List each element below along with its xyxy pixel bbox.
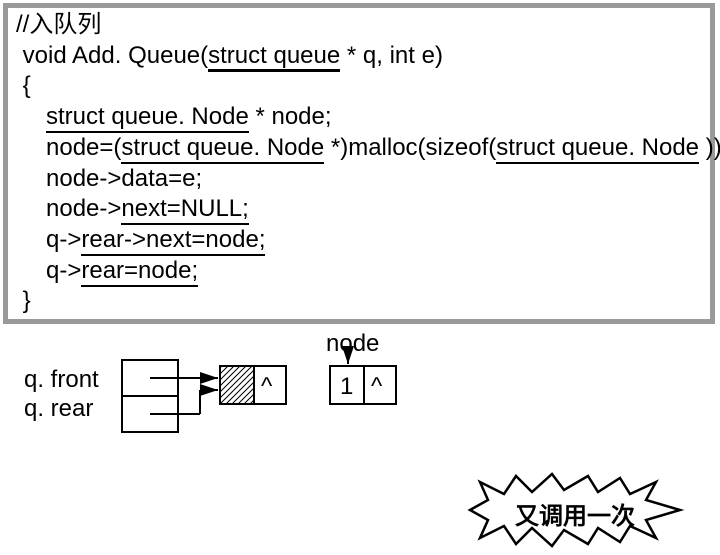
- decl-post: * node;: [249, 103, 332, 130]
- sig-post: * q, int e): [340, 42, 443, 69]
- diagram-area: node q. front q. rear ^ 1 ^: [0, 330, 720, 530]
- rear-u: rear=node;: [81, 257, 198, 287]
- decl-struct: struct queue. Node: [46, 103, 249, 133]
- caret1-text: ^: [261, 373, 273, 400]
- code-data: node->data=e;: [16, 164, 702, 195]
- code-lbrace: {: [16, 71, 702, 102]
- code-data-text: node->data=e;: [46, 165, 202, 192]
- caret2-text: ^: [371, 373, 383, 400]
- next-u: next=NULL;: [121, 195, 248, 225]
- next-pre: node->: [46, 195, 121, 222]
- code-comment: //入队列: [16, 10, 702, 41]
- code-malloc: node=(struct queue. Node *)malloc(sizeof…: [16, 133, 702, 164]
- code-signature: void Add. Queue(struct queue * q, int e): [16, 41, 702, 72]
- malloc-pre: node=(: [46, 134, 121, 161]
- code-next: node->next=NULL;: [16, 194, 702, 225]
- starburst-text: 又调用一次: [460, 496, 690, 531]
- code-rbrace: }: [16, 286, 702, 317]
- rear-pre: q->: [46, 257, 81, 284]
- code-rear-next: q->rear->next=node;: [16, 225, 702, 256]
- rear-next-u: rear->next=node;: [81, 226, 265, 256]
- sig-struct: struct queue: [208, 42, 340, 72]
- malloc-mid: *)malloc(sizeof(: [324, 134, 496, 161]
- code-decl: struct queue. Node * node;: [16, 102, 702, 133]
- malloc-post: ));: [699, 134, 720, 161]
- malloc-struct1: struct queue. Node: [121, 134, 324, 164]
- rear-next-pre: q->: [46, 226, 81, 253]
- code-block: //入队列 void Add. Queue(struct queue * q, …: [3, 3, 715, 324]
- sig-pre: void Add. Queue(: [16, 42, 208, 69]
- code-rear: q->rear=node;: [16, 256, 702, 287]
- malloc-struct2: struct queue. Node: [496, 134, 699, 164]
- one-text: 1: [340, 373, 353, 400]
- starburst: 又调用一次: [460, 470, 690, 550]
